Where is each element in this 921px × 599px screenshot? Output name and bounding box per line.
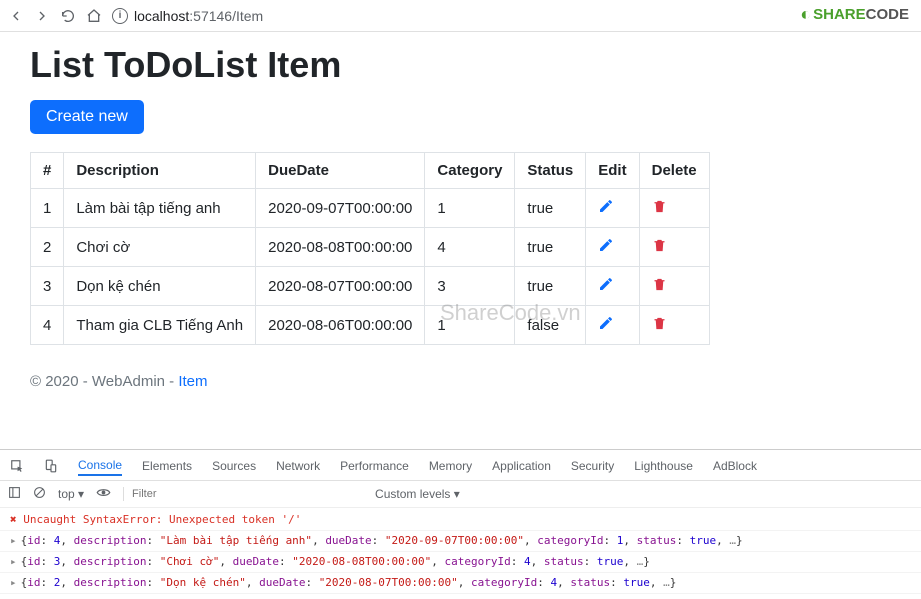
- cell-index: 1: [31, 189, 64, 228]
- address-bar[interactable]: i localhost:57146/Item: [112, 8, 913, 24]
- devtools-tab-application[interactable]: Application: [492, 457, 551, 475]
- delete-icon[interactable]: [652, 238, 667, 253]
- edit-icon[interactable]: [598, 276, 614, 292]
- clear-console-icon[interactable]: [33, 486, 46, 502]
- col-edit: Edit: [586, 153, 639, 189]
- home-button[interactable]: [86, 8, 102, 24]
- devtools-tab-console[interactable]: Console: [78, 456, 122, 476]
- cell-status: true: [515, 228, 586, 267]
- edit-icon[interactable]: [598, 198, 614, 214]
- device-toolbar-icon[interactable]: [44, 459, 58, 473]
- cell-category: 3: [425, 267, 515, 306]
- log-levels-selector[interactable]: Custom levels ▾: [375, 487, 460, 501]
- cell-description: Chơi cờ: [64, 228, 256, 267]
- site-info-icon[interactable]: i: [112, 8, 128, 24]
- reload-button[interactable]: [60, 8, 76, 24]
- cell-status: false: [515, 306, 586, 345]
- cell-description: Dọn kệ chén: [64, 267, 256, 306]
- browser-toolbar: i localhost:57146/Item ◐ SHARECODE: [0, 0, 921, 32]
- cell-status: true: [515, 267, 586, 306]
- devtools-tab-sources[interactable]: Sources: [212, 457, 256, 475]
- live-expression-icon[interactable]: [96, 485, 111, 503]
- forward-button[interactable]: [34, 8, 50, 24]
- console-filter-bar: top ▾ Custom levels ▾: [0, 481, 921, 508]
- cell-duedate: 2020-08-08T00:00:00: [256, 228, 425, 267]
- devtools-tab-memory[interactable]: Memory: [429, 457, 472, 475]
- footer: © 2020 - WebAdmin - Item: [30, 373, 891, 390]
- console-error-row: ✖ Uncaught SyntaxError: Unexpected token…: [0, 510, 921, 531]
- url-host: localhost: [134, 8, 189, 24]
- page-content: List ToDoList Item Create new # Descript…: [0, 32, 921, 402]
- devtools-tab-elements[interactable]: Elements: [142, 457, 192, 475]
- console-output: ✖ Uncaught SyntaxError: Unexpected token…: [0, 508, 921, 596]
- cell-index: 2: [31, 228, 64, 267]
- cell-description: Tham gia CLB Tiếng Anh: [64, 306, 256, 345]
- col-category: Category: [425, 153, 515, 189]
- col-duedate: DueDate: [256, 153, 425, 189]
- table-row: 3Dọn kệ chén2020-08-07T00:00:003true: [31, 267, 710, 306]
- devtools-tabs: Console Elements Sources Network Perform…: [0, 450, 921, 481]
- console-filter-input[interactable]: [123, 487, 363, 501]
- col-index: #: [31, 153, 64, 189]
- cell-index: 4: [31, 306, 64, 345]
- console-log-row[interactable]: ▸{id: 3, description: "Chơi cờ", dueDate…: [0, 552, 921, 573]
- cell-category: 1: [425, 189, 515, 228]
- inspect-element-icon[interactable]: [10, 459, 24, 473]
- devtools-tab-lighthouse[interactable]: Lighthouse: [634, 457, 693, 475]
- devtools-tab-network[interactable]: Network: [276, 457, 320, 475]
- cell-category: 1: [425, 306, 515, 345]
- back-button[interactable]: [8, 8, 24, 24]
- console-log-row[interactable]: ▸{id: 2, description: "Dọn kệ chén", due…: [0, 573, 921, 594]
- url-port: :57146: [189, 8, 232, 24]
- table-row: 4Tham gia CLB Tiếng Anh2020-08-06T00:00:…: [31, 306, 710, 345]
- url-path: /Item: [232, 8, 263, 24]
- cell-duedate: 2020-08-06T00:00:00: [256, 306, 425, 345]
- footer-link[interactable]: Item: [178, 373, 207, 390]
- create-new-button[interactable]: Create new: [30, 100, 144, 134]
- context-selector[interactable]: top ▾: [58, 487, 84, 501]
- col-status: Status: [515, 153, 586, 189]
- devtools-panel: Console Elements Sources Network Perform…: [0, 449, 921, 599]
- delete-icon[interactable]: [652, 316, 667, 331]
- console-sidebar-toggle-icon[interactable]: [8, 486, 21, 502]
- devtools-tab-security[interactable]: Security: [571, 457, 614, 475]
- footer-text: © 2020 - WebAdmin -: [30, 373, 178, 390]
- items-table: # Description DueDate Category Status Ed…: [30, 152, 710, 345]
- page-title: List ToDoList Item: [30, 44, 891, 86]
- table-row: 1Làm bài tập tiếng anh2020-09-07T00:00:0…: [31, 189, 710, 228]
- cell-duedate: 2020-08-07T00:00:00: [256, 267, 425, 306]
- delete-icon[interactable]: [652, 199, 667, 214]
- logo-icon: ◐: [800, 4, 811, 25]
- col-delete: Delete: [639, 153, 709, 189]
- devtools-tab-performance[interactable]: Performance: [340, 457, 409, 475]
- col-description: Description: [64, 153, 256, 189]
- cell-index: 3: [31, 267, 64, 306]
- delete-icon[interactable]: [652, 277, 667, 292]
- edit-icon[interactable]: [598, 237, 614, 253]
- cell-category: 4: [425, 228, 515, 267]
- cell-description: Làm bài tập tiếng anh: [64, 189, 256, 228]
- table-header-row: # Description DueDate Category Status Ed…: [31, 153, 710, 189]
- table-row: 2Chơi cờ2020-08-08T00:00:004true: [31, 228, 710, 267]
- devtools-tab-adblock[interactable]: AdBlock: [713, 457, 757, 475]
- console-log-row[interactable]: ▸{id: 4, description: "Làm bài tập tiếng…: [0, 531, 921, 552]
- cell-duedate: 2020-09-07T00:00:00: [256, 189, 425, 228]
- sharecode-logo: ◐ SHARECODE: [800, 4, 909, 25]
- edit-icon[interactable]: [598, 315, 614, 331]
- cell-status: true: [515, 189, 586, 228]
